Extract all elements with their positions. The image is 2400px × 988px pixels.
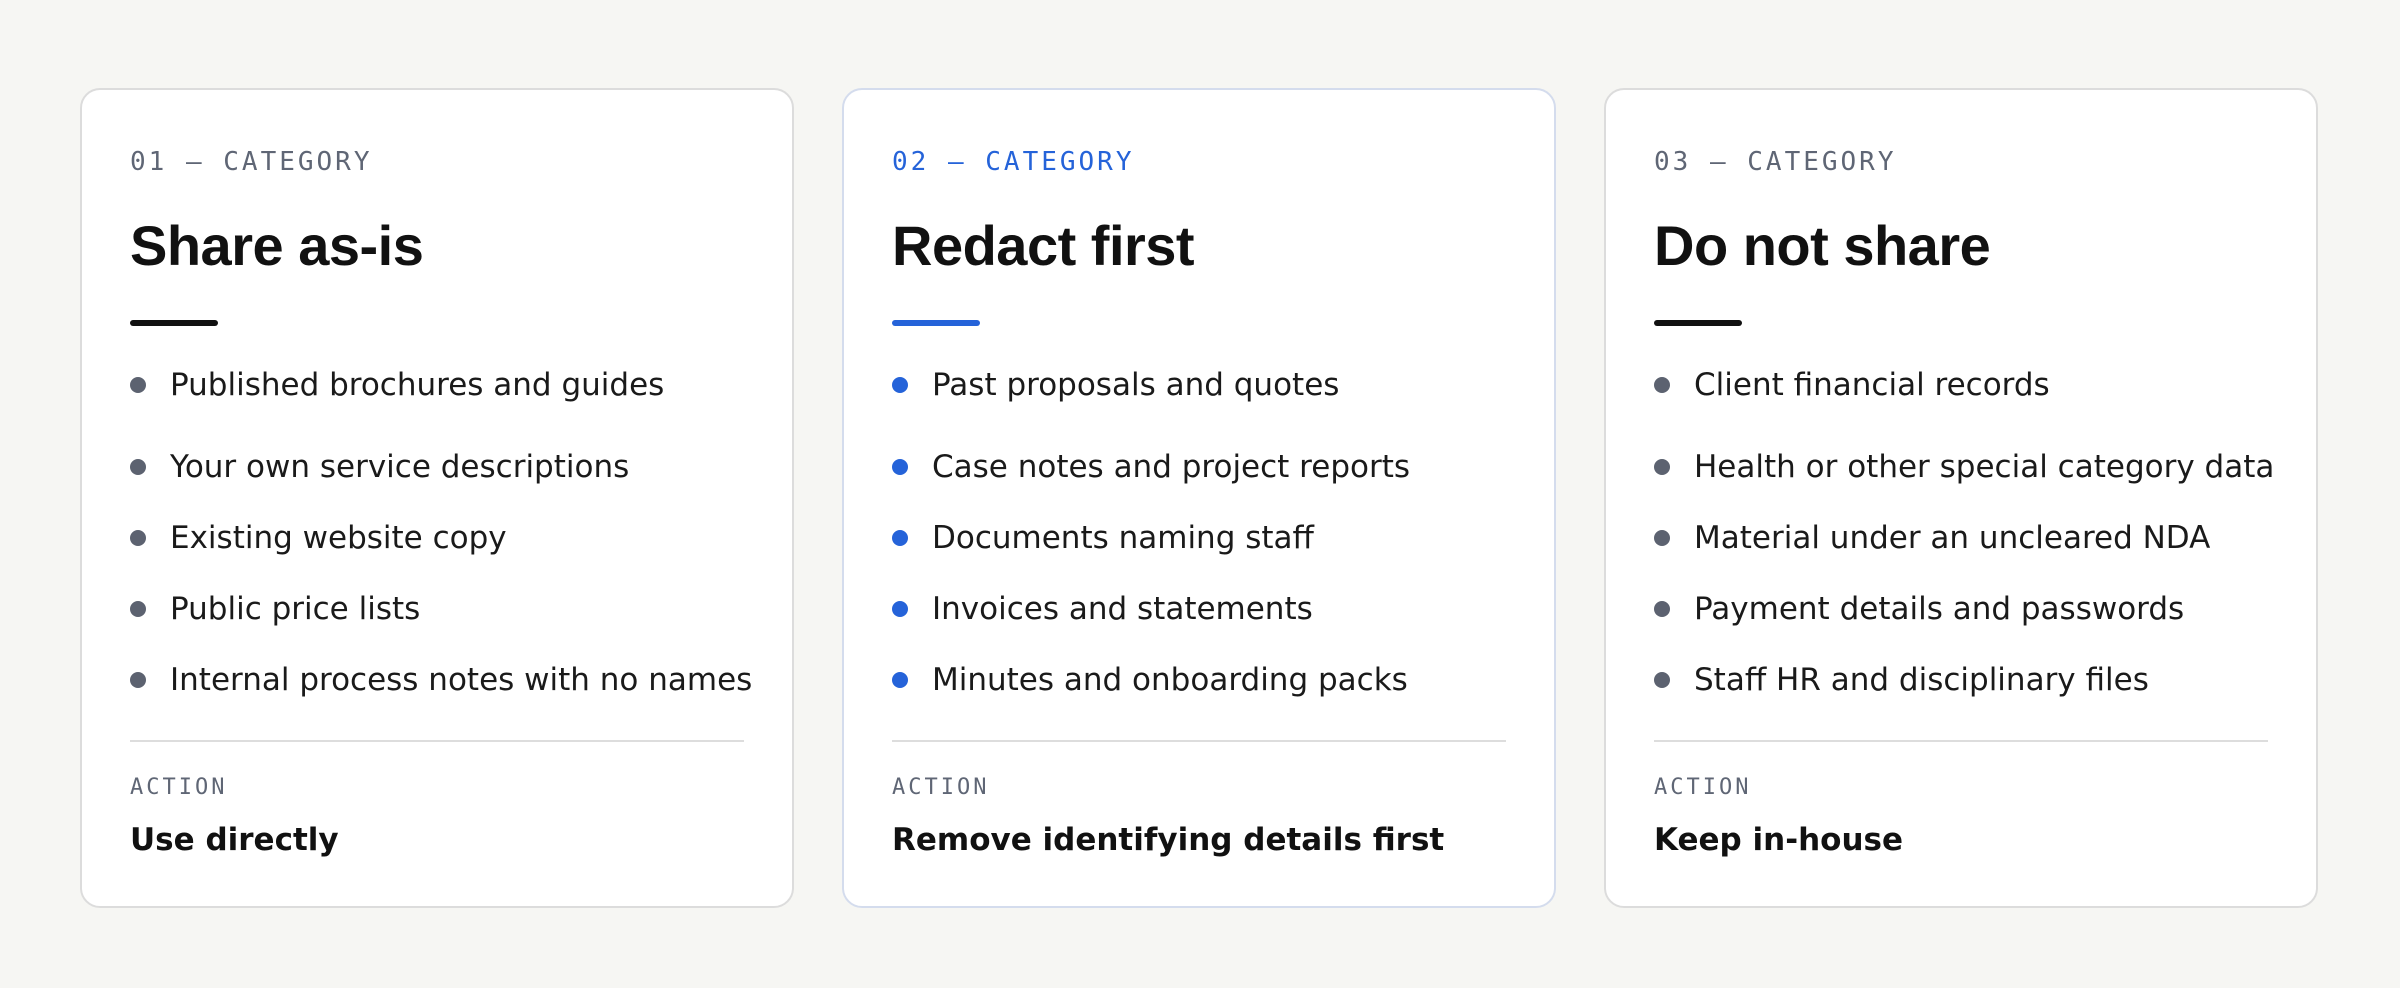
action-label: ACTION (130, 775, 228, 800)
list-item: Material under an uncleared NDA (1654, 502, 2268, 573)
bullet-icon (130, 600, 146, 617)
list-item-text: Past proposals and quotes (932, 367, 1340, 403)
list-item: Existing website copy (130, 502, 744, 573)
list-item: Staff HR and disciplinary files (1654, 644, 2268, 715)
card-footer: ACTION Use directly (130, 740, 744, 860)
action-value: Keep in-house (1654, 822, 1903, 858)
list-item-text: Documents naming staff (932, 519, 1314, 556)
list-item: Invoices and statements (892, 573, 1506, 644)
bullet-icon (1654, 529, 1670, 546)
card-redact-first: 02 — CATEGORY Redact first Past proposal… (842, 88, 1556, 908)
list-item-text: Your own service descriptions (170, 448, 630, 485)
bullet-icon (1654, 377, 1670, 393)
list-item-text: Material under an uncleared NDA (1694, 519, 2211, 556)
bullet-icon (1654, 671, 1670, 688)
list-item-text: Internal process notes with no names (170, 661, 753, 698)
list-item-text: Health or other special category data (1694, 448, 2275, 485)
bullet-icon (1654, 458, 1670, 475)
action-value: Use directly (130, 822, 339, 858)
bullet-icon (892, 529, 908, 546)
bullet-icon (130, 458, 146, 475)
title-underline (1654, 320, 1742, 326)
list-item-text: Case notes and project reports (932, 448, 1411, 485)
list-item-text: Public price lists (170, 590, 421, 627)
list-item-text: Invoices and statements (932, 590, 1313, 627)
action-value: Remove identifying details first (892, 822, 1445, 858)
card-title: Share as-is (130, 214, 424, 277)
list-item: Minutes and onboarding packs (892, 644, 1506, 715)
list-item-text: Payment details and passwords (1694, 590, 2185, 627)
item-list: Client financial records Health or other… (1654, 360, 2274, 715)
bullet-icon (1654, 600, 1670, 617)
bullet-icon (892, 377, 908, 393)
list-item: Public price lists (130, 573, 744, 644)
title-underline (130, 320, 218, 326)
card-eyebrow: 02 — CATEGORY (892, 147, 1135, 177)
action-label: ACTION (892, 775, 990, 800)
list-item: Published brochures and guides (130, 360, 744, 410)
bullet-icon (892, 671, 908, 688)
card-title: Do not share (1654, 214, 1991, 277)
action-label: ACTION (1654, 775, 1752, 800)
item-list: Past proposals and quotes Case notes and… (892, 360, 1506, 715)
list-item-text: Staff HR and disciplinary files (1694, 661, 2149, 698)
list-item: Documents naming staff (892, 502, 1506, 573)
title-underline (892, 320, 980, 326)
list-item: Internal process notes with no names (130, 644, 752, 715)
bullet-icon (130, 671, 146, 688)
bullet-icon (892, 458, 908, 475)
list-item-text: Published brochures and guides (170, 367, 665, 403)
list-item-text: Client financial records (1694, 367, 2050, 403)
card-eyebrow: 01 — CATEGORY (130, 147, 373, 177)
list-item-text: Minutes and onboarding packs (932, 661, 1408, 698)
card-eyebrow: 03 — CATEGORY (1654, 147, 1897, 177)
category-cards: 01 — CATEGORY Share as-is Published broc… (80, 88, 2318, 908)
list-item: Payment details and passwords (1654, 573, 2268, 644)
bullet-icon (130, 529, 146, 546)
card-footer: ACTION Keep in-house (1654, 740, 2268, 860)
list-item: Past proposals and quotes (892, 360, 1506, 410)
card-share-as-is: 01 — CATEGORY Share as-is Published broc… (80, 88, 794, 908)
list-item: Health or other special category data (1654, 431, 2274, 502)
list-item: Client financial records (1654, 360, 2268, 410)
card-do-not-share: 03 — CATEGORY Do not share Client financ… (1604, 88, 2318, 908)
bullet-icon (892, 600, 908, 617)
item-list: Published brochures and guides Your own … (130, 360, 752, 715)
list-item: Your own service descriptions (130, 431, 744, 502)
card-footer: ACTION Remove identifying details first (892, 740, 1506, 860)
bullet-icon (130, 377, 146, 393)
card-title: Redact first (892, 214, 1195, 277)
list-item-text: Existing website copy (170, 519, 507, 556)
list-item: Case notes and project reports (892, 431, 1506, 502)
